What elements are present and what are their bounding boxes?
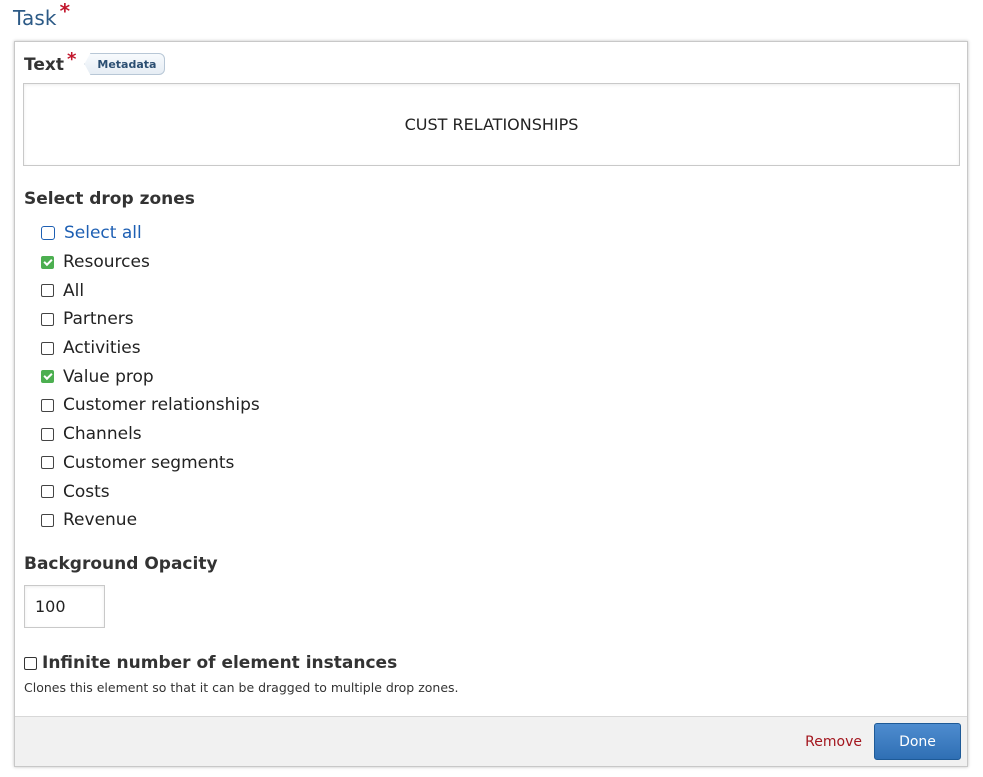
infinite-instances-row[interactable]: Infinite number of element instances (24, 653, 397, 673)
infinite-instances-description: Clones this element so that it can be dr… (24, 680, 459, 695)
select-all-item[interactable]: Select all (41, 219, 260, 248)
drop-zone-checkbox[interactable] (41, 370, 54, 384)
drop-zones-label: Select drop zones (24, 189, 195, 209)
drop-zone-item[interactable]: Value prop (41, 362, 260, 391)
task-editor-panel: Text * Metadata CUST RELATIONSHIPS Select… (14, 41, 968, 767)
text-field-label: Text * (24, 49, 76, 75)
drop-zone-item[interactable]: All (41, 276, 260, 305)
drop-zone-label: Channels (63, 424, 142, 445)
drop-zone-item[interactable]: Revenue (41, 506, 260, 535)
background-opacity-input[interactable] (24, 585, 105, 628)
drop-zone-checkbox[interactable] (41, 284, 54, 298)
metadata-button[interactable]: Metadata (84, 53, 166, 75)
select-all-label[interactable]: Select all (64, 223, 142, 243)
drop-zone-item[interactable]: Resources (41, 248, 260, 277)
drop-zone-checkbox[interactable] (41, 513, 54, 527)
drop-zone-label: Revenue (63, 510, 138, 531)
text-field-label-text: Text (24, 54, 64, 75)
task-title-text: Task (13, 6, 57, 30)
drop-zone-checkbox[interactable] (41, 398, 54, 412)
drop-zone-label: Costs (63, 481, 110, 502)
text-field-label-row: Text * Metadata (24, 49, 166, 77)
drop-zone-checkbox[interactable] (41, 485, 54, 499)
drop-zone-label: Customer segments (63, 452, 235, 473)
drop-zone-label: Resources (63, 252, 150, 273)
drop-zone-checkbox[interactable] (41, 341, 54, 355)
page: Task * Text * Metadata CUST RELATIONSHIPS … (0, 0, 983, 777)
done-button[interactable]: Done (874, 723, 961, 760)
background-opacity-label: Background Opacity (24, 554, 218, 574)
drop-zone-checkbox[interactable] (41, 427, 54, 441)
drop-zone-label: Partners (63, 309, 134, 330)
drop-zone-item[interactable]: Channels (41, 420, 260, 449)
infinite-instances-checkbox[interactable] (24, 656, 37, 670)
drop-zone-item[interactable]: Activities (41, 334, 260, 363)
infinite-instances-label[interactable]: Infinite number of element instances (42, 653, 397, 673)
panel-footer: Remove Done (15, 716, 967, 766)
drop-zone-checkbox[interactable] (41, 255, 54, 269)
drop-zone-label: Activities (63, 338, 141, 359)
drop-zone-checkbox[interactable] (41, 456, 54, 470)
drop-zone-checkbox[interactable] (41, 312, 54, 326)
select-all-checkbox[interactable] (41, 226, 55, 241)
drop-zone-label: Value prop (63, 366, 154, 387)
drop-zone-item[interactable]: Customer segments (41, 449, 260, 478)
required-asterisk: * (66, 48, 77, 70)
drop-zone-label: Customer relationships (63, 395, 260, 416)
drop-zone-item[interactable]: Customer relationships (41, 391, 260, 420)
task-title: Task * (13, 0, 70, 30)
drop-zone-label: All (63, 280, 85, 301)
text-field-value: CUST RELATIONSHIPS (404, 115, 579, 134)
drop-zone-item[interactable]: Partners (41, 305, 260, 334)
drop-zones-list: Select all Resources All Partners Activi… (41, 219, 260, 535)
text-field-editor[interactable]: CUST RELATIONSHIPS (23, 83, 960, 166)
remove-link[interactable]: Remove (805, 734, 862, 750)
required-asterisk: * (59, 0, 71, 23)
drop-zone-item[interactable]: Costs (41, 477, 260, 506)
